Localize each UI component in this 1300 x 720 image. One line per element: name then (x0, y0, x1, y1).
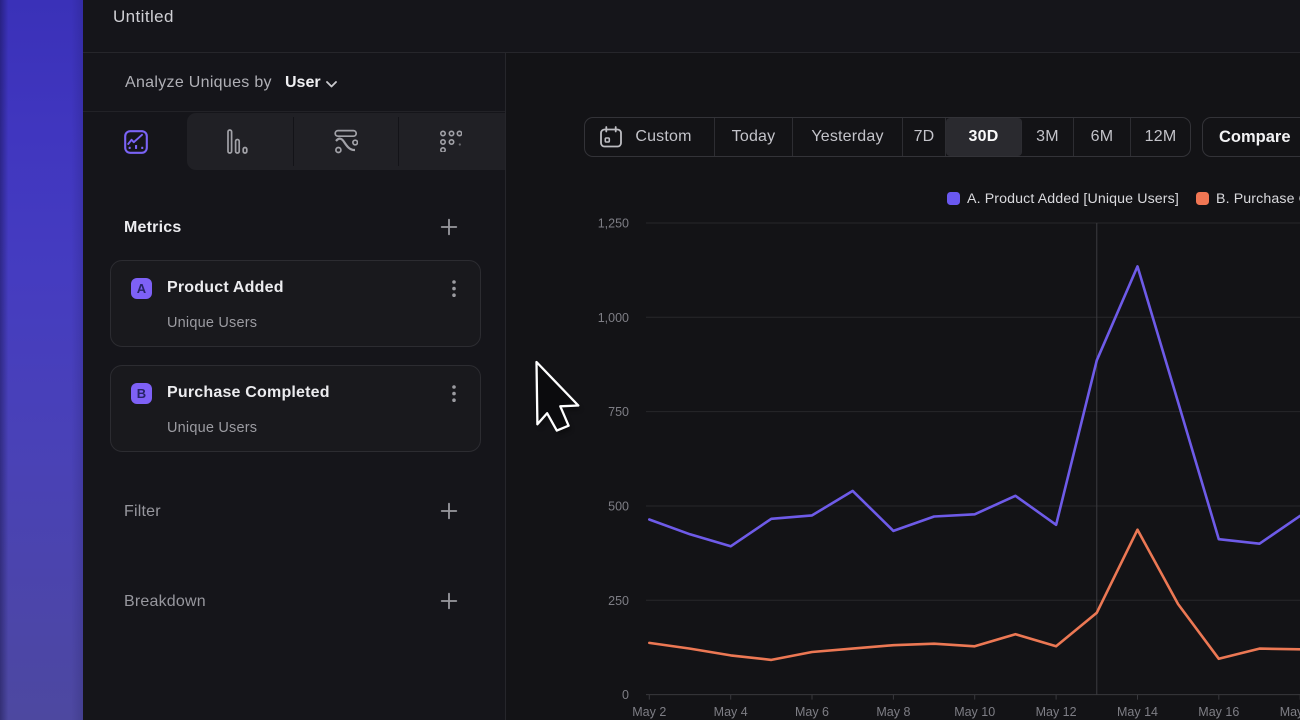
svg-text:May 2: May 2 (632, 705, 666, 719)
svg-text:0: 0 (622, 688, 629, 702)
svg-text:May 16: May 16 (1198, 705, 1239, 719)
svg-text:May 12: May 12 (1036, 705, 1077, 719)
svg-text:May 6: May 6 (795, 705, 829, 719)
svg-text:May 10: May 10 (954, 705, 995, 719)
svg-text:May 4: May 4 (714, 705, 748, 719)
svg-text:1,000: 1,000 (598, 311, 629, 325)
svg-text:500: 500 (608, 500, 629, 514)
svg-text:May 14: May 14 (1117, 705, 1158, 719)
svg-text:May 8: May 8 (876, 705, 910, 719)
svg-text:1,250: 1,250 (598, 217, 629, 231)
svg-text:May 18: May 18 (1280, 705, 1300, 719)
svg-text:750: 750 (608, 405, 629, 419)
svg-text:250: 250 (608, 594, 629, 608)
